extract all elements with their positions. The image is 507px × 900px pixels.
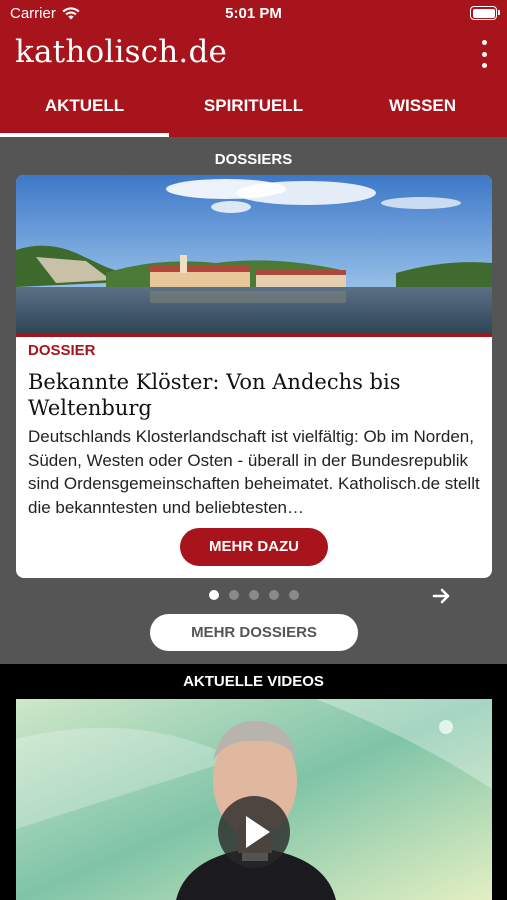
status-bar: Carrier 5:01 PM [0, 0, 507, 30]
status-time: 5:01 PM [225, 5, 282, 22]
dossier-teaser: Deutschlands Klosterlandschaft ist vielf… [28, 427, 480, 517]
tab-aktuell[interactable]: AKTUELL [0, 88, 169, 137]
tab-wissen[interactable]: WISSEN [338, 88, 507, 137]
play-icon[interactable] [218, 796, 290, 868]
video-thumbnail[interactable] [16, 699, 492, 900]
mehr-dossiers-button[interactable]: MEHR DOSSIERS [150, 614, 358, 651]
more-vertical-icon[interactable] [477, 40, 491, 68]
dossiers-section-title: DOSSIERS [214, 151, 293, 168]
tab-bar: AKTUELL SPIRITUELL WISSEN [0, 88, 507, 137]
dossier-kicker: DOSSIER [28, 342, 96, 359]
pager-dot[interactable] [289, 590, 299, 600]
dossier-headline[interactable]: Bekannte Klöster: Von Andechs bis Welten… [28, 369, 468, 421]
pager-dot[interactable] [229, 590, 239, 600]
dossier-image [16, 175, 492, 333]
pager-dot[interactable] [249, 590, 259, 600]
app-title: katholisch.de [15, 34, 228, 70]
card-divider [16, 333, 492, 337]
pager-dot[interactable] [269, 590, 279, 600]
carousel-pager[interactable] [209, 590, 299, 600]
mehr-dazu-button[interactable]: MEHR DAZU [180, 528, 328, 566]
videos-section: AKTUELLE VIDEOS [0, 664, 507, 900]
tab-spirituell[interactable]: SPIRITUELL [169, 88, 338, 137]
app-header: Carrier 5:01 PM katholisch.de AKTUELL SP… [0, 0, 507, 137]
arrow-right-icon[interactable] [432, 586, 452, 606]
videos-section-title: AKTUELLE VIDEOS [183, 673, 324, 690]
battery-icon [470, 6, 500, 20]
dossier-card[interactable]: DOSSIER Bekannte Klöster: Von Andechs bi… [16, 175, 492, 578]
pager-dot[interactable] [209, 590, 219, 600]
